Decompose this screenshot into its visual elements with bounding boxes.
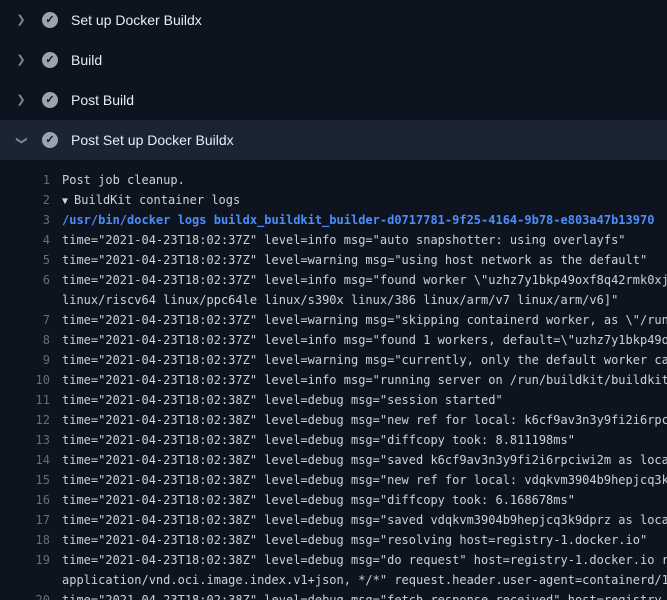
log-line-text: time="2021-04-23T18:02:38Z" level=debug … [62,490,667,510]
step-label: Set up Docker Buildx [71,12,202,28]
check-circle-icon: ✓ [42,132,58,148]
log-line-text: time="2021-04-23T18:02:37Z" level=warnin… [62,350,667,370]
log-line-text: time="2021-04-23T18:02:38Z" level=debug … [62,450,667,470]
log-line-text: time="2021-04-23T18:02:38Z" level=debug … [62,530,667,550]
log-line-text: time="2021-04-23T18:02:37Z" level=warnin… [62,310,667,330]
log-line-text: ▼ BuildKit container logs [62,190,667,210]
log-line-number[interactable]: 13 [0,430,50,450]
log-line-text: time="2021-04-23T18:02:38Z" level=debug … [62,590,667,600]
log-line-text: /usr/bin/docker logs buildx_buildkit_bui… [62,210,667,230]
step-header[interactable]: ❯ ✓ Build [0,40,667,80]
log-line-text: linux/riscv64 linux/ppc64le linux/s390x … [62,290,667,310]
chevron-down-icon: ❯ [16,133,27,147]
log-line-text: time="2021-04-23T18:02:38Z" level=debug … [62,390,667,410]
log-line-number[interactable]: 5 [0,250,50,270]
log-line-text: time="2021-04-23T18:02:37Z" level=info m… [62,370,667,390]
log-line-text: time="2021-04-23T18:02:37Z" level=warnin… [62,250,667,270]
log-line: 7 time="2021-04-23T18:02:37Z" level=warn… [0,310,667,330]
log-line-text: time="2021-04-23T18:02:37Z" level=info m… [62,270,667,290]
log-line-text: time="2021-04-23T18:02:37Z" level=info m… [62,230,667,250]
log-line-text: Post job cleanup. [62,170,667,190]
log-line-text: time="2021-04-23T18:02:37Z" level=info m… [62,330,667,350]
log-line-number[interactable]: 8 [0,330,50,350]
log-line-number[interactable]: 20 [0,590,50,600]
chevron-right-icon: ❯ [14,15,28,26]
step-label: Post Build [71,92,134,108]
log-line: 8 time="2021-04-23T18:02:37Z" level=info… [0,330,667,350]
log-line: 5 time="2021-04-23T18:02:37Z" level=warn… [0,250,667,270]
log-line: 1 Post job cleanup. [0,170,667,190]
log-line-number[interactable]: 9 [0,350,50,370]
log-line: 18 time="2021-04-23T18:02:38Z" level=deb… [0,530,667,550]
step-label: Post Set up Docker Buildx [71,132,234,148]
log-line: 15 time="2021-04-23T18:02:38Z" level=deb… [0,470,667,490]
log-line: 6 time="2021-04-23T18:02:37Z" level=info… [0,270,667,290]
log-line-text: time="2021-04-23T18:02:38Z" level=debug … [62,430,667,450]
log-line: linux/riscv64 linux/ppc64le linux/s390x … [0,290,667,310]
log-line: 16 time="2021-04-23T18:02:38Z" level=deb… [0,490,667,510]
log-line: 20 time="2021-04-23T18:02:38Z" level=deb… [0,590,667,600]
step-header[interactable]: ❯ ✓ Set up Docker Buildx [0,0,667,40]
log-line-number[interactable]: 7 [0,310,50,330]
log-line-number[interactable]: 10 [0,370,50,390]
log-line: 3 /usr/bin/docker logs buildx_buildkit_b… [0,210,667,230]
log-line: 11 time="2021-04-23T18:02:38Z" level=deb… [0,390,667,410]
step-list: ❯ ✓ Set up Docker Buildx ❯ ✓ Build ❯ ✓ P… [0,0,667,160]
log-line-number[interactable]: 14 [0,450,50,470]
log-line-number[interactable]: 11 [0,390,50,410]
log-line-number[interactable]: 1 [0,170,50,190]
log-line: 9 time="2021-04-23T18:02:37Z" level=warn… [0,350,667,370]
log-line-number[interactable]: 16 [0,490,50,510]
check-circle-icon: ✓ [42,12,58,28]
check-circle-icon: ✓ [42,52,58,68]
log-line: 12 time="2021-04-23T18:02:38Z" level=deb… [0,410,667,430]
workflow-log-panel: ❯ ✓ Set up Docker Buildx ❯ ✓ Build ❯ ✓ P… [0,0,667,600]
log-line-text: time="2021-04-23T18:02:38Z" level=debug … [62,470,667,490]
check-circle-icon: ✓ [42,92,58,108]
log-line-number[interactable] [0,570,50,590]
log-line: application/vnd.oci.image.index.v1+json,… [0,570,667,590]
log-line: 13 time="2021-04-23T18:02:38Z" level=deb… [0,430,667,450]
log-line-text: application/vnd.oci.image.index.v1+json,… [62,570,667,590]
log-line-number[interactable]: 15 [0,470,50,490]
log-line: 17 time="2021-04-23T18:02:38Z" level=deb… [0,510,667,530]
log-line-number[interactable]: 4 [0,230,50,250]
log-line: 2 ▼ BuildKit container logs [0,190,667,210]
triangle-down-icon[interactable]: ▼ [62,192,74,210]
log-line-number[interactable]: 18 [0,530,50,550]
log-line-text: time="2021-04-23T18:02:38Z" level=debug … [62,550,667,570]
chevron-right-icon: ❯ [14,55,28,66]
chevron-right-icon: ❯ [14,95,28,106]
log-line-number[interactable]: 19 [0,550,50,570]
log-line: 14 time="2021-04-23T18:02:38Z" level=deb… [0,450,667,470]
log-line-text: time="2021-04-23T18:02:38Z" level=debug … [62,410,667,430]
log-output: 1 Post job cleanup. 2 ▼ BuildKit contain… [0,160,667,600]
step-label: Build [71,52,102,68]
step-header[interactable]: ❯ ✓ Post Set up Docker Buildx [0,120,667,160]
log-line: 19 time="2021-04-23T18:02:38Z" level=deb… [0,550,667,570]
log-line-text: time="2021-04-23T18:02:38Z" level=debug … [62,510,667,530]
log-line: 10 time="2021-04-23T18:02:37Z" level=inf… [0,370,667,390]
log-line-number[interactable] [0,290,50,310]
log-line-number[interactable]: 2 [0,190,50,210]
log-line-number[interactable]: 3 [0,210,50,230]
log-line-number[interactable]: 12 [0,410,50,430]
log-line-number[interactable]: 6 [0,270,50,290]
step-header[interactable]: ❯ ✓ Post Build [0,80,667,120]
log-line: 4 time="2021-04-23T18:02:37Z" level=info… [0,230,667,250]
log-line-number[interactable]: 17 [0,510,50,530]
